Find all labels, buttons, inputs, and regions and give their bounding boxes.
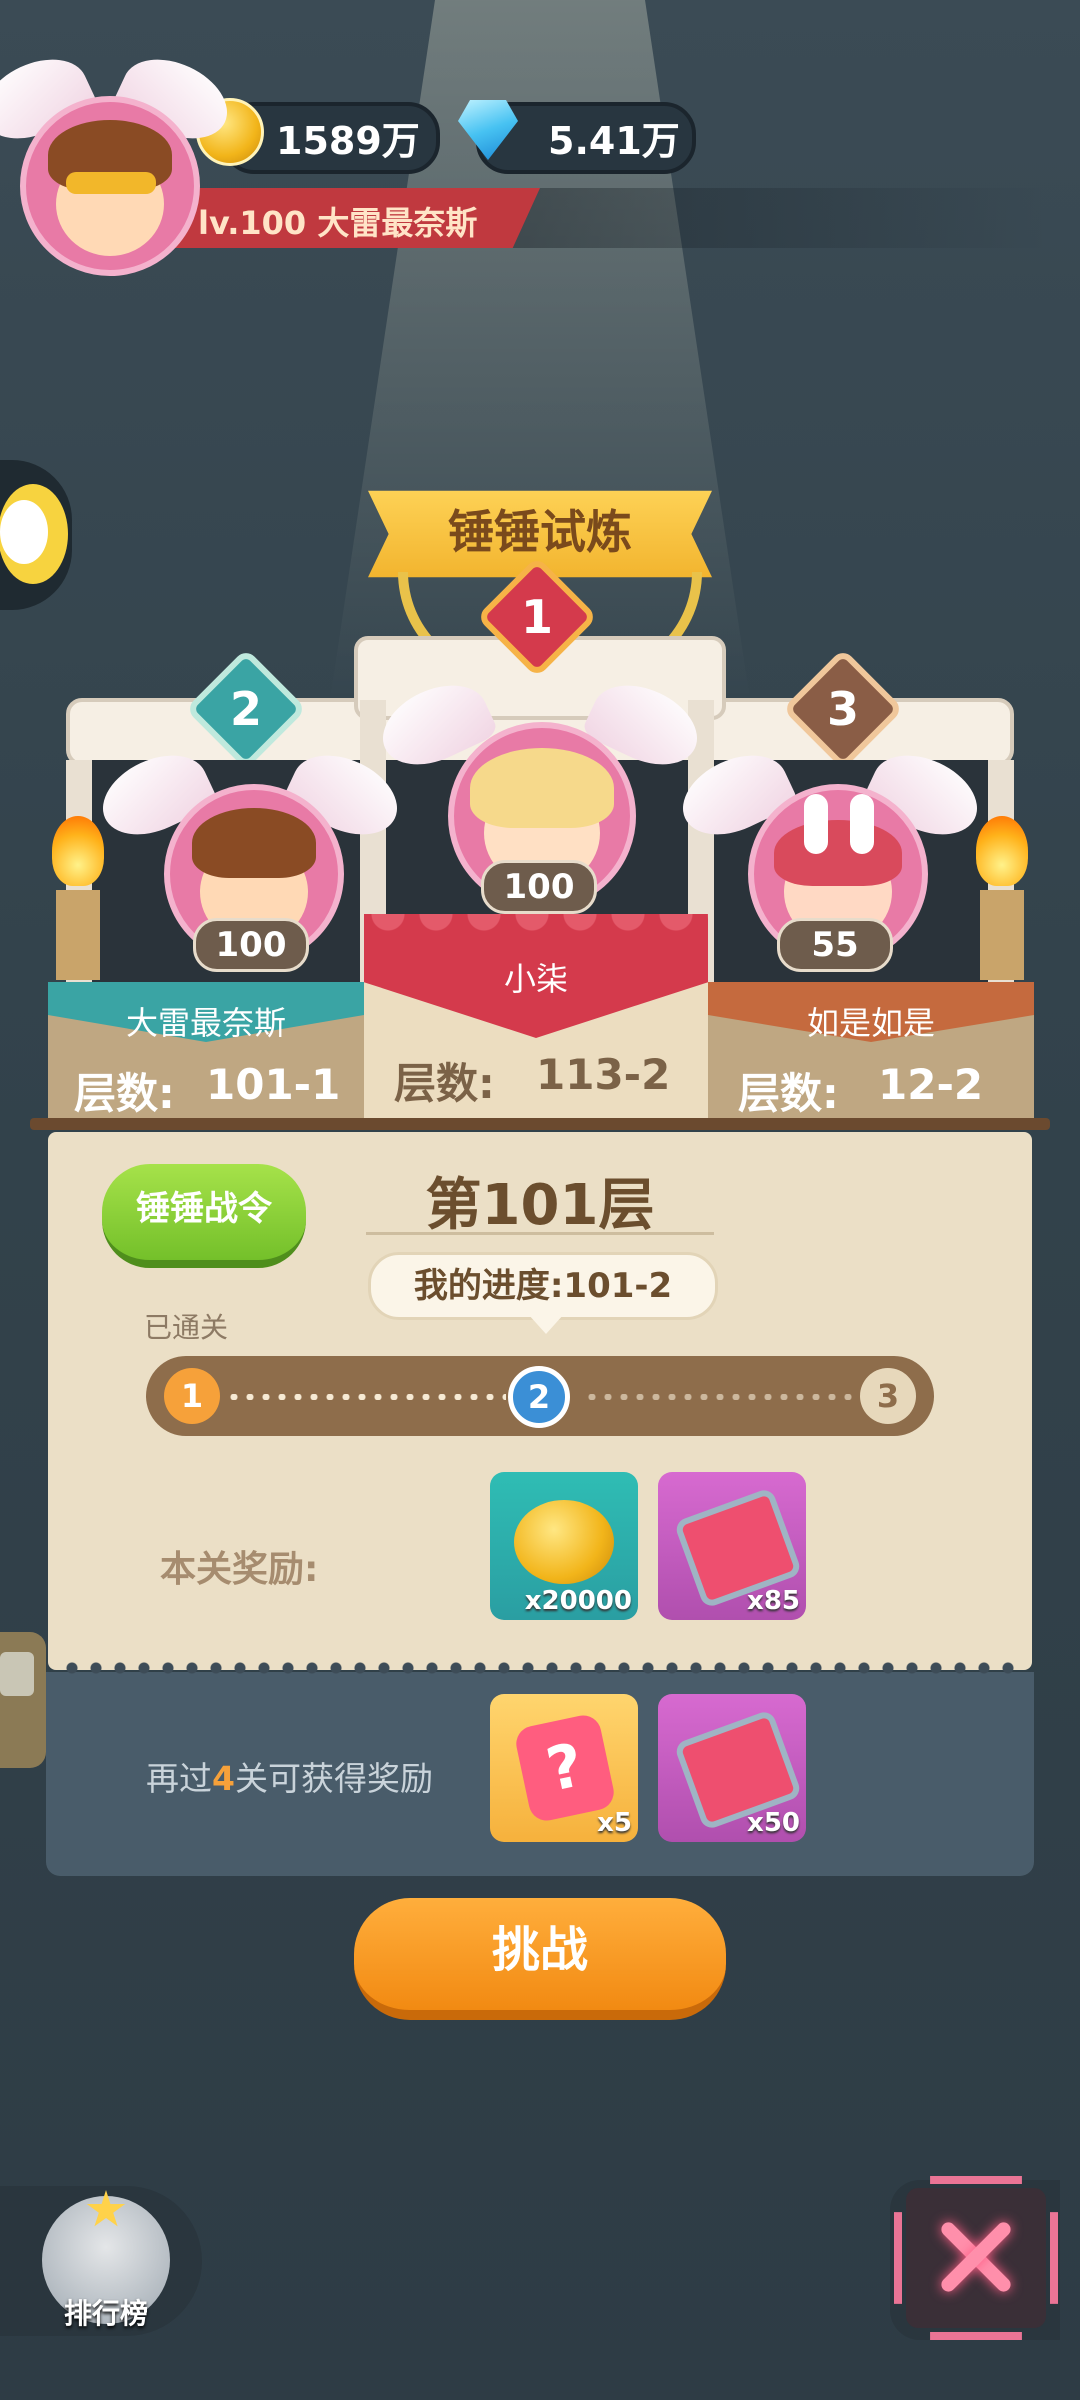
level-node-3[interactable]: 3 — [860, 1368, 916, 1424]
reward-coins[interactable]: x20000 — [490, 1472, 638, 1620]
close-icon — [894, 2176, 1058, 2340]
rank-3-floor: 12-2 — [878, 1060, 984, 1109]
rank-3-name: 如是如是 — [806, 1004, 935, 1042]
reward-count: x85 — [747, 1586, 800, 1616]
current-reward-label: 本关奖励: — [160, 1549, 319, 1590]
side-event-button[interactable] — [0, 460, 72, 610]
challenge-button[interactable]: 挑战 — [354, 1898, 726, 2020]
perforation-divider — [60, 1660, 1020, 1676]
rank-2-name: 大雷最奈斯 — [125, 1004, 286, 1042]
reward-count: x20000 — [524, 1586, 632, 1616]
podium-base — [30, 1118, 1050, 1130]
coin-stack-icon — [514, 1500, 614, 1584]
gem-amount: 5.41万 — [548, 119, 680, 163]
side-tab[interactable] — [0, 1632, 46, 1768]
milestone-reward-hammer[interactable]: ? x5 — [490, 1694, 638, 1842]
event-title: 锤锤试炼 — [448, 505, 632, 559]
bubble-pointer — [528, 1314, 564, 1334]
milestone-count: 4 — [212, 1759, 235, 1798]
reward-count: x5 — [597, 1808, 632, 1838]
rank-1-floor-label: 层数: — [394, 1059, 495, 1108]
level-node-1[interactable]: 1 — [164, 1368, 220, 1424]
player-avatar[interactable] — [20, 96, 200, 276]
reward-count: x50 — [747, 1808, 800, 1838]
level-node-2[interactable]: 2 — [508, 1366, 570, 1428]
torch-stand — [56, 890, 100, 980]
torch-flame-icon — [52, 816, 104, 886]
milestone-reward-tickets[interactable]: x50 — [658, 1694, 806, 1842]
hammer-pass-button[interactable]: 锤锤战令 — [102, 1164, 306, 1268]
title-divider — [366, 1232, 714, 1235]
milestone-text: 再过4关可获得奖励 — [146, 1759, 433, 1798]
rank-1-floor: 113-2 — [536, 1050, 671, 1099]
cleared-label: 已通关 — [144, 1311, 229, 1344]
player-level-name: lv.100 大雷最奈斯 — [198, 204, 478, 242]
reward-tickets[interactable]: x85 — [658, 1472, 806, 1620]
my-progress-bubble: 我的进度:101-2 — [368, 1252, 718, 1320]
torch-flame-icon — [976, 816, 1028, 886]
coin-amount: 1589万 — [276, 119, 420, 163]
progress-dots — [226, 1394, 506, 1400]
curtain-trim — [364, 914, 708, 934]
rank-3-floor-label: 层数: — [738, 1069, 839, 1118]
progress-dots — [584, 1394, 854, 1400]
rank-2-floor: 101-1 — [206, 1060, 341, 1109]
rank-1-name: 小柒 — [503, 960, 568, 998]
rank-2-level: 100 — [193, 918, 309, 972]
rank-1-level: 100 — [481, 860, 597, 914]
rank-2-floor-label: 层数: — [74, 1069, 175, 1118]
floor-title: 第101层 — [425, 1173, 655, 1238]
leaderboard-label: 排行榜 — [63, 2297, 148, 2330]
torch-stand — [980, 890, 1024, 980]
rank-3-level: 55 — [777, 918, 893, 972]
